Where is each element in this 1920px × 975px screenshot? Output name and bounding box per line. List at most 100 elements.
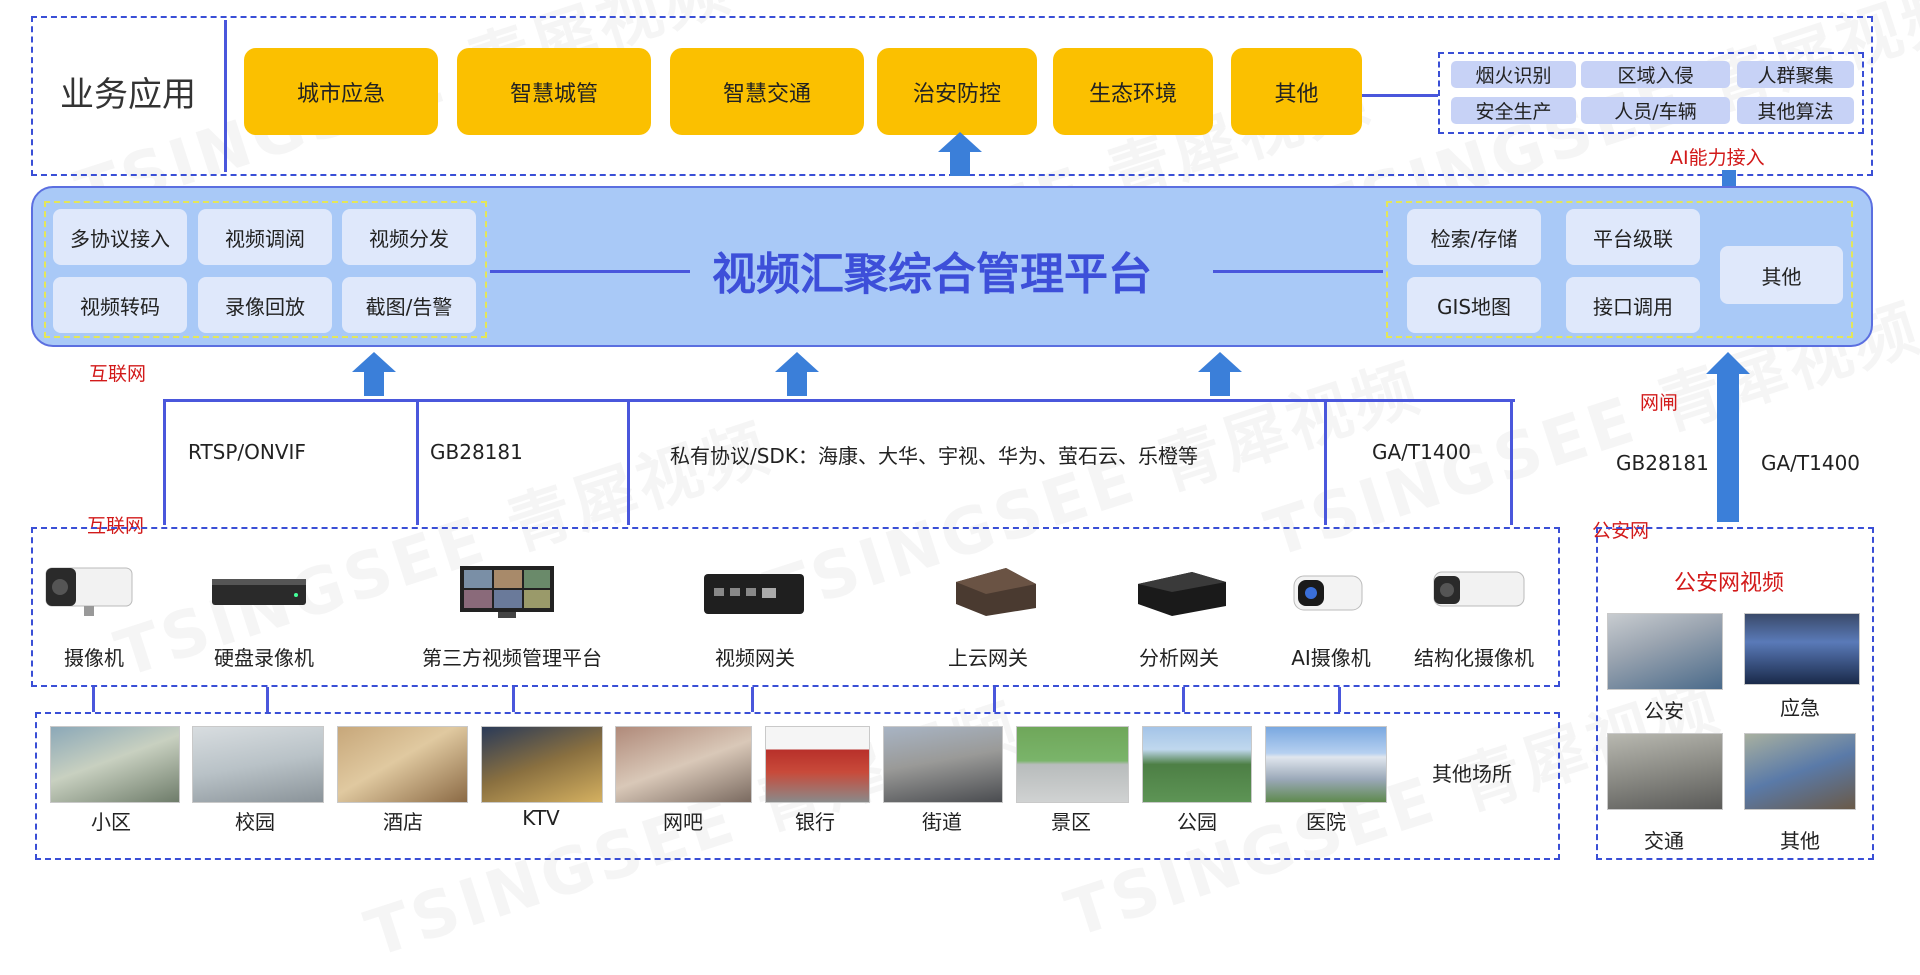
place-photo-campus bbox=[192, 726, 324, 803]
ps-police: 公安 bbox=[1644, 699, 1684, 723]
place-ktv: KTV bbox=[522, 806, 560, 830]
connector-line bbox=[1362, 94, 1438, 97]
ps-emergency: 应急 bbox=[1780, 696, 1820, 720]
device-cloud-gateway: 上云网关 bbox=[948, 646, 1028, 670]
ai-area-intrusion[interactable]: 区域入侵 bbox=[1581, 61, 1730, 88]
device-ai-camera: AI摄像机 bbox=[1291, 646, 1371, 670]
place-scenic: 景区 bbox=[1051, 810, 1091, 834]
arrow-up-icon bbox=[1198, 352, 1242, 396]
ps-photo-emergency bbox=[1744, 613, 1860, 685]
feature-transcode[interactable]: 视频转码 bbox=[53, 277, 187, 333]
feature-other[interactable]: 其他 bbox=[1720, 246, 1843, 304]
connector-line bbox=[266, 687, 269, 712]
feature-multi-protocol[interactable]: 多协议接入 bbox=[53, 209, 187, 265]
place-photo-community bbox=[50, 726, 180, 803]
place-hospital: 医院 bbox=[1306, 810, 1346, 834]
ps-other: 其他 bbox=[1780, 829, 1820, 853]
feature-snapshot-alarm[interactable]: 截图/告警 bbox=[342, 277, 476, 333]
connector-line bbox=[1338, 687, 1341, 712]
place-bank: 银行 bbox=[795, 810, 835, 834]
arrow-up-icon bbox=[352, 352, 396, 396]
app-other[interactable]: 其他 bbox=[1231, 48, 1362, 135]
ps-protocol-gb28181: GB28181 bbox=[1616, 451, 1709, 475]
place-photo-park bbox=[1142, 726, 1252, 803]
place-photo-hotel bbox=[337, 726, 468, 803]
analysis-gateway-icon bbox=[1138, 572, 1226, 616]
ai-safety-production[interactable]: 安全生产 bbox=[1451, 97, 1576, 124]
place-photo-scenic bbox=[1016, 726, 1129, 803]
app-public-security[interactable]: 治安防控 bbox=[877, 48, 1037, 135]
place-photo-hospital bbox=[1265, 726, 1387, 803]
feature-api[interactable]: 接口调用 bbox=[1566, 277, 1700, 333]
video-gateway-icon bbox=[704, 574, 804, 614]
monitor-icon bbox=[460, 566, 554, 618]
ps-photo-police bbox=[1607, 613, 1723, 690]
structured-camera-icon bbox=[1433, 571, 1525, 607]
connector-line bbox=[1213, 270, 1383, 273]
ps-traffic: 交通 bbox=[1644, 829, 1684, 853]
arrow-up-icon bbox=[938, 132, 982, 176]
ps-protocol-gat1400: GA/T1400 bbox=[1761, 451, 1861, 475]
feature-gis-map[interactable]: GIS地图 bbox=[1407, 277, 1541, 333]
app-ecology[interactable]: 生态环境 bbox=[1053, 48, 1213, 135]
device-analysis-gateway: 分析网关 bbox=[1139, 646, 1219, 670]
device-video-gateway: 视频网关 bbox=[715, 646, 795, 670]
business-title: 业务应用 bbox=[60, 75, 196, 115]
place-hotel: 酒店 bbox=[383, 810, 423, 834]
app-smart-city-management[interactable]: 智慧城管 bbox=[457, 48, 651, 135]
device-camera: 摄像机 bbox=[64, 646, 124, 670]
ai-person-vehicle[interactable]: 人员/车辆 bbox=[1581, 97, 1730, 124]
place-park: 公园 bbox=[1177, 810, 1217, 834]
protocol-line bbox=[163, 399, 166, 525]
nvr-icon bbox=[212, 579, 306, 605]
feature-video-access[interactable]: 视频调阅 bbox=[198, 209, 332, 265]
place-street: 街道 bbox=[922, 810, 962, 834]
connector-line bbox=[490, 270, 690, 273]
feature-cascade[interactable]: 平台级联 bbox=[1566, 209, 1700, 265]
ai-access-label: AI能力接入 bbox=[1670, 147, 1765, 169]
protocol-gat1400: GA/T1400 bbox=[1372, 440, 1472, 464]
device-third-party-platform: 第三方视频管理平台 bbox=[422, 646, 602, 670]
divider bbox=[224, 20, 227, 172]
protocol-line bbox=[627, 399, 630, 525]
device-structured-camera: 结构化摄像机 bbox=[1414, 646, 1534, 670]
app-city-emergency[interactable]: 城市应急 bbox=[244, 48, 438, 135]
connector-line bbox=[751, 687, 754, 712]
place-photo-ktv bbox=[481, 726, 603, 803]
public-security-video-title: 公安网视频 bbox=[1674, 571, 1785, 596]
protocol-line bbox=[1324, 399, 1327, 525]
place-campus: 校园 bbox=[235, 810, 275, 834]
internet-label-top: 互联网 bbox=[89, 363, 147, 385]
place-photo-bank bbox=[765, 726, 870, 803]
app-smart-traffic[interactable]: 智慧交通 bbox=[670, 48, 864, 135]
camera-icon bbox=[45, 567, 133, 616]
protocol-line bbox=[416, 399, 419, 525]
feature-video-distribution[interactable]: 视频分发 bbox=[342, 209, 476, 265]
protocol-gb28181: GB28181 bbox=[430, 440, 523, 464]
ps-photo-traffic bbox=[1607, 733, 1723, 810]
ai-crowd[interactable]: 人群聚集 bbox=[1737, 61, 1854, 88]
ai-fire-smoke[interactable]: 烟火识别 bbox=[1451, 61, 1576, 88]
connector-line bbox=[993, 687, 996, 712]
feature-search-storage[interactable]: 检索/存储 bbox=[1407, 209, 1541, 265]
feature-playback[interactable]: 录像回放 bbox=[198, 277, 332, 333]
place-photo-street bbox=[883, 726, 1003, 803]
connector-line bbox=[92, 687, 95, 712]
ai-camera-icon bbox=[1293, 575, 1363, 611]
connector-line bbox=[1182, 687, 1185, 712]
protocol-private-sdk: 私有协议/SDK：海康、大华、宇视、华为、萤石云、乐橙等 bbox=[670, 444, 1198, 468]
place-internet-cafe: 网吧 bbox=[663, 810, 703, 834]
connector-line bbox=[512, 687, 515, 712]
gateway-label: 网闸 bbox=[1640, 392, 1679, 414]
place-community: 小区 bbox=[91, 810, 131, 834]
arrow-up-icon bbox=[1706, 352, 1750, 522]
place-other: 其他场所 bbox=[1432, 762, 1512, 786]
device-nvr: 硬盘录像机 bbox=[214, 646, 314, 670]
protocol-line bbox=[1510, 399, 1513, 525]
place-photo-internet-cafe bbox=[615, 726, 752, 803]
ps-photo-other bbox=[1744, 733, 1856, 810]
protocol-rtsp: RTSP/ONVIF bbox=[188, 440, 306, 464]
cloud-gateway-icon bbox=[956, 568, 1036, 616]
ai-other-algorithm[interactable]: 其他算法 bbox=[1737, 97, 1854, 124]
protocol-bus bbox=[163, 399, 1515, 402]
